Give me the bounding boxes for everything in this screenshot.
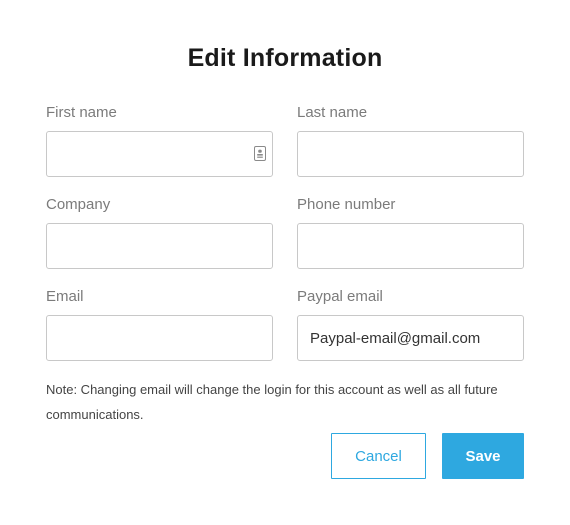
contact-card-icon[interactable] <box>254 146 266 161</box>
first-name-input[interactable] <box>46 131 273 177</box>
save-button[interactable]: Save <box>442 433 524 479</box>
company-input[interactable] <box>46 223 273 269</box>
phone-number-label: Phone number <box>297 196 396 213</box>
dialog-title: Edit Information <box>187 44 383 72</box>
paypal-email-input[interactable] <box>297 315 524 361</box>
last-name-input[interactable] <box>297 131 524 177</box>
edit-information-dialog: Edit Information First name Last name Co… <box>0 0 570 525</box>
email-label: Email <box>46 288 84 305</box>
email-change-note: Note: Changing email will change the log… <box>46 382 498 422</box>
company-label: Company <box>46 196 111 213</box>
email-input[interactable] <box>46 315 273 361</box>
last-name-label: Last name <box>297 104 368 121</box>
phone-number-input[interactable] <box>297 223 524 269</box>
cancel-button[interactable]: Cancel <box>331 433 426 479</box>
first-name-label: First name <box>46 104 117 121</box>
paypal-email-label: Paypal email <box>297 288 383 305</box>
